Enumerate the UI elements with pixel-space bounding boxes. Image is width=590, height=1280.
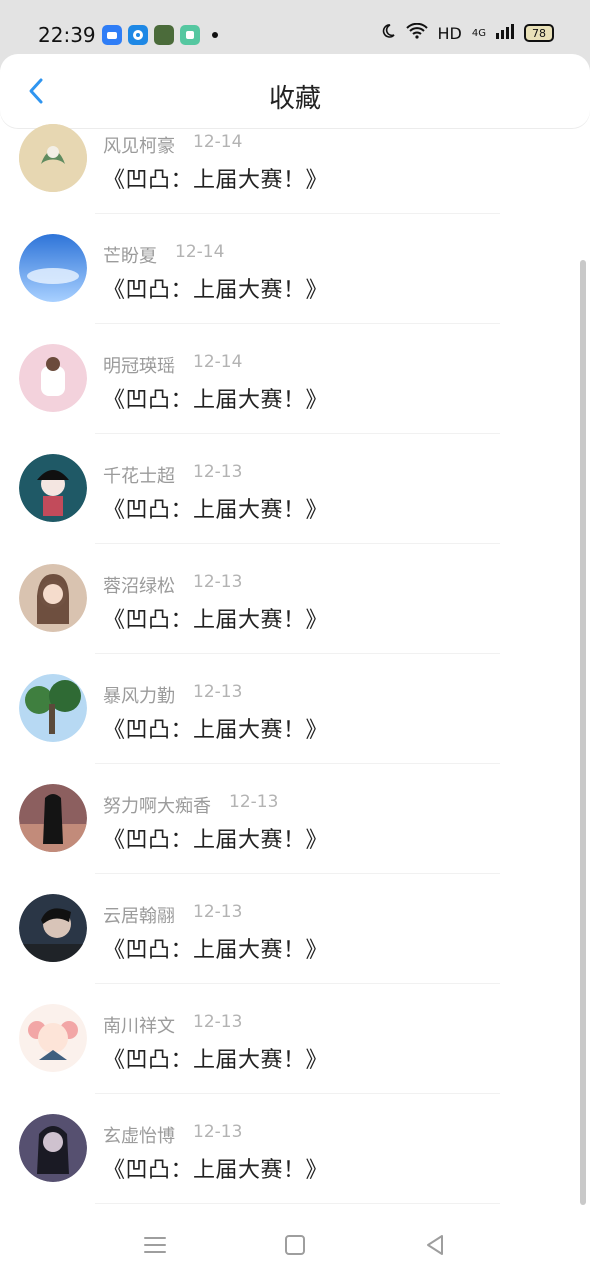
- item-date: 12-13: [193, 1012, 243, 1032]
- avatar: [19, 344, 87, 412]
- item-date: 12-14: [193, 132, 243, 152]
- user-name: 云居翰翮: [103, 906, 175, 927]
- item-meta: 明冠瑛瑶 12-14: [103, 352, 242, 378]
- item-title: 《凹凸：上届大赛！》: [103, 828, 329, 853]
- app-notification-icon: [128, 25, 148, 45]
- avatar: [19, 894, 87, 962]
- item-title: 《凹凸：上届大赛！》: [103, 278, 329, 303]
- user-name: 暴风力勤: [103, 686, 175, 707]
- list-item[interactable]: 努力啊大痴香 12-13 《凹凸：上届大赛！》: [0, 764, 590, 874]
- item-meta: 芒盼夏 12-14: [103, 242, 224, 268]
- list-item[interactable]: 明冠瑛瑶 12-14 《凹凸：上届大赛！》: [0, 324, 590, 434]
- item-meta: 千花士超 12-13: [103, 462, 242, 488]
- list-item[interactable]: 蓉沼绿松 12-13 《凹凸：上届大赛！》: [0, 544, 590, 654]
- status-time: 22:39: [38, 23, 96, 47]
- list-item[interactable]: 南川祥文 12-13 《凹凸：上届大赛！》: [0, 984, 590, 1094]
- item-meta: 云居翰翮 12-13: [103, 902, 242, 928]
- avatar: [19, 564, 87, 632]
- user-name: 明冠瑛瑶: [103, 356, 175, 377]
- item-date: 12-13: [193, 572, 243, 592]
- avatar: [19, 1004, 87, 1072]
- item-meta: 南川祥文 12-13: [103, 1012, 242, 1038]
- avatar: [19, 234, 87, 302]
- app-notification-icon: [154, 25, 174, 45]
- divider: [95, 1203, 500, 1204]
- item-meta: 玄虚怡博 12-13: [103, 1122, 242, 1148]
- item-date: 12-13: [193, 462, 243, 482]
- item-title: 《凹凸：上届大赛！》: [103, 938, 329, 963]
- item-title: 《凹凸：上届大赛！》: [103, 388, 329, 413]
- home-square-icon[interactable]: [282, 1232, 308, 1258]
- menu-icon[interactable]: [142, 1232, 168, 1258]
- avatar: [19, 454, 87, 522]
- page-title: 收藏: [268, 84, 321, 114]
- item-date: 12-13: [193, 682, 243, 702]
- app-notification-icon: [102, 25, 122, 45]
- item-meta: 风见柯豪 12-14: [103, 132, 242, 158]
- system-nav-bar: [0, 1210, 590, 1280]
- user-name: 南川祥文: [103, 1016, 175, 1037]
- list-item[interactable]: 千花士超 12-13 《凹凸：上届大赛！》: [0, 434, 590, 544]
- app-notification-icon: [180, 25, 200, 45]
- signal-label: 4G: [471, 27, 486, 39]
- list-item[interactable]: 云居翰翮 12-13 《凹凸：上届大赛！》: [0, 874, 590, 984]
- favorites-list: 风见柯豪 12-14 《凹凸：上届大赛！》 芒盼夏 12-14 《凹凸：上届大赛…: [0, 124, 590, 1204]
- item-title: 《凹凸：上届大赛！》: [103, 718, 329, 743]
- moon-icon: [380, 23, 396, 43]
- user-name: 千花士超: [103, 466, 175, 487]
- status-right: HD 4G 78: [380, 22, 554, 43]
- list-item[interactable]: 风见柯豪 12-14 《凹凸：上届大赛！》: [0, 124, 590, 214]
- item-title: 《凹凸：上届大赛！》: [103, 498, 329, 523]
- item-date: 12-13: [229, 792, 279, 812]
- back-triangle-icon[interactable]: [422, 1232, 448, 1258]
- scrollbar[interactable]: [580, 260, 586, 1205]
- user-name: 芒盼夏: [103, 246, 157, 267]
- list-item[interactable]: 玄虚怡博 12-13 《凹凸：上届大赛！》: [0, 1094, 590, 1204]
- more-notifications-dot: [212, 32, 218, 38]
- item-meta: 蓉沼绿松 12-13: [103, 572, 242, 598]
- user-name: 努力啊大痴香: [103, 796, 211, 817]
- avatar: [19, 1114, 87, 1182]
- item-title: 《凹凸：上届大赛！》: [103, 168, 329, 193]
- user-name: 蓉沼绿松: [103, 576, 175, 597]
- item-date: 12-14: [193, 352, 243, 372]
- item-title: 《凹凸：上届大赛！》: [103, 1158, 329, 1183]
- list-item[interactable]: 暴风力勤 12-13 《凹凸：上届大赛！》: [0, 654, 590, 764]
- signal-icon: [496, 23, 514, 43]
- network-type: HD: [437, 23, 462, 43]
- list-item[interactable]: 芒盼夏 12-14 《凹凸：上届大赛！》: [0, 214, 590, 324]
- item-date: 12-14: [175, 242, 225, 262]
- battery-indicator: 78: [524, 24, 554, 42]
- avatar: [19, 124, 87, 192]
- item-date: 12-13: [193, 902, 243, 922]
- item-meta: 努力啊大痴香 12-13: [103, 792, 278, 818]
- top-app-bar: 收藏: [0, 54, 590, 128]
- item-title: 《凹凸：上届大赛！》: [103, 608, 329, 633]
- notification-icons: [102, 25, 218, 45]
- avatar: [19, 784, 87, 852]
- user-name: 风见柯豪: [103, 136, 175, 157]
- item-meta: 暴风力勤 12-13: [103, 682, 242, 708]
- item-date: 12-13: [193, 1122, 243, 1142]
- item-title: 《凹凸：上届大赛！》: [103, 1048, 329, 1073]
- wifi-icon: [405, 22, 428, 43]
- user-name: 玄虚怡博: [103, 1126, 175, 1147]
- avatar: [19, 674, 87, 742]
